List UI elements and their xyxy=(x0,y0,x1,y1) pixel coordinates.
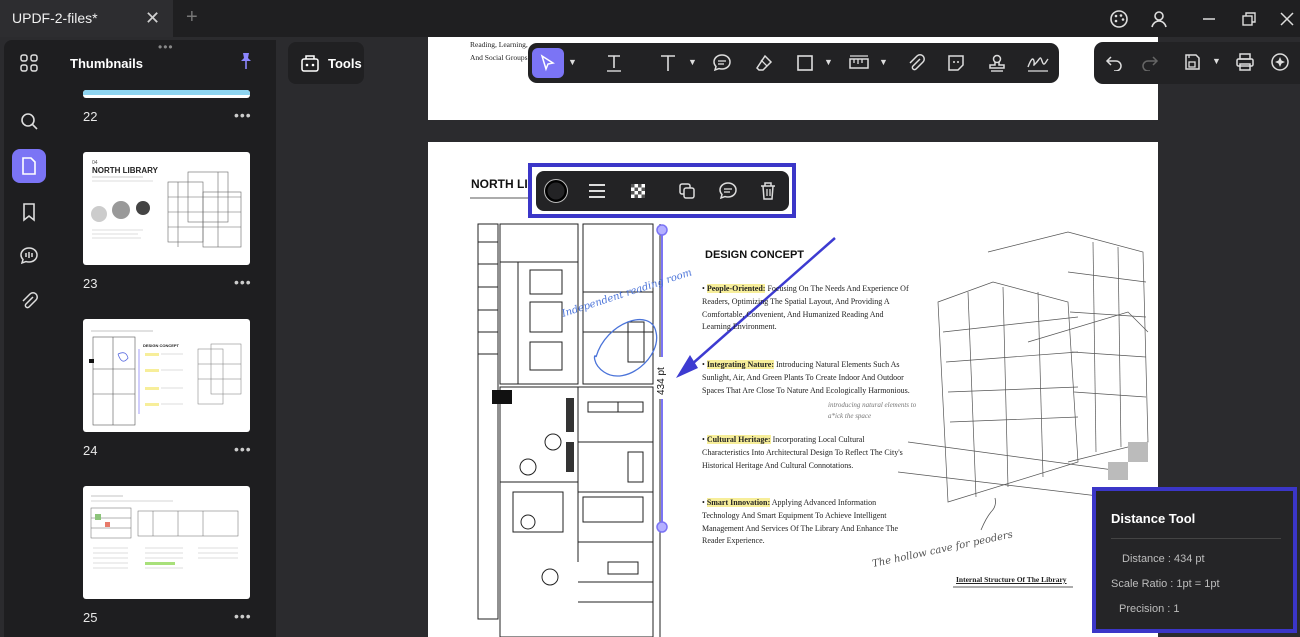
tab-title: UPDF-2-files* xyxy=(12,10,98,26)
restore-icon[interactable] xyxy=(1238,8,1260,30)
page-options-button[interactable]: ••• xyxy=(234,608,252,624)
distance-tool-title: Distance Tool xyxy=(1111,511,1196,526)
page-thumbnails-icon[interactable] xyxy=(12,149,46,183)
pin-icon[interactable] xyxy=(238,52,254,75)
bullet-head: Integrating Nature: xyxy=(706,360,774,369)
bullet-head: Cultural Heritage: xyxy=(706,435,771,444)
line-weight-icon[interactable] xyxy=(581,176,613,206)
undo-icon[interactable] xyxy=(1098,47,1130,77)
signature-icon[interactable] xyxy=(1022,48,1054,78)
bullet-head: People-Oriented: xyxy=(706,284,766,293)
page-number: 25 xyxy=(83,610,98,625)
distance-tool-panel: Distance Tool Distance : 434 pt Scale Ra… xyxy=(1092,487,1297,633)
text-box-icon[interactable] xyxy=(652,48,684,78)
page-number: 24 xyxy=(83,443,98,458)
handwritten-note: introducing natural elements to a*ick th… xyxy=(828,401,917,420)
bookmark-icon[interactable] xyxy=(12,195,46,229)
scale-ratio-value: Scale Ratio : 1pt = 1pt xyxy=(1111,578,1220,590)
left-rail xyxy=(4,40,54,637)
page-options-button[interactable]: ••• xyxy=(234,107,252,123)
divider xyxy=(1111,538,1281,539)
attachment-icon[interactable] xyxy=(12,284,46,318)
precision-value: Precision : 1 xyxy=(1119,603,1180,615)
thumbnail-page-25[interactable] xyxy=(83,486,250,599)
comment-icon[interactable] xyxy=(706,48,738,78)
page-text-line: And Social Groups xyxy=(470,53,528,62)
new-tab-button[interactable]: + xyxy=(186,6,198,29)
attachment-icon[interactable] xyxy=(900,48,932,78)
thumbnail-page-23[interactable]: 04 NORTH LIBRARY xyxy=(83,152,250,265)
account-icon[interactable] xyxy=(1148,8,1170,30)
figure-caption: Internal Structure Of The Library xyxy=(956,575,1067,584)
chevron-down-icon[interactable]: ▼ xyxy=(879,57,888,67)
thumbnail-page-22[interactable] xyxy=(83,90,250,98)
save-icon[interactable] xyxy=(1176,47,1208,77)
print-icon[interactable] xyxy=(1229,47,1261,77)
section-title: DESIGN CONCEPT xyxy=(705,249,805,261)
page-title: NORTH LI xyxy=(471,177,528,191)
handwriting-annotation: Independent reading room xyxy=(560,267,694,320)
stroke-color-icon[interactable] xyxy=(540,176,572,206)
copy-icon[interactable] xyxy=(671,176,703,206)
distance-value: Distance : 434 pt xyxy=(1122,553,1205,565)
panel-resize-grip[interactable]: ••• xyxy=(158,40,174,54)
redo-icon[interactable] xyxy=(1134,47,1166,77)
eraser-icon[interactable] xyxy=(748,48,780,78)
opacity-icon[interactable] xyxy=(622,176,654,206)
document-tab[interactable]: UPDF-2-files* ✕ xyxy=(0,0,173,37)
apps-icon[interactable] xyxy=(12,46,46,80)
minimize-icon[interactable] xyxy=(1198,8,1220,30)
svg-text:NORTH LIBRARY: NORTH LIBRARY xyxy=(92,166,159,175)
rectangle-tool-icon[interactable] xyxy=(789,48,821,78)
bullet-item: • Cultural Heritage: Incorporating Local… xyxy=(702,435,903,470)
chevron-down-icon[interactable]: ▼ xyxy=(824,57,833,67)
palette-icon[interactable] xyxy=(1108,8,1130,30)
svg-text:DESIGN CONCEPT: DESIGN CONCEPT xyxy=(143,343,180,348)
page-options-button[interactable]: ••• xyxy=(234,441,252,457)
measure-tool-icon[interactable] xyxy=(843,48,875,78)
close-window-icon[interactable] xyxy=(1276,8,1298,30)
text-comment-icon[interactable] xyxy=(598,48,630,78)
page-number: 23 xyxy=(83,276,98,291)
tools-button[interactable]: Tools xyxy=(288,42,364,84)
tools-label: Tools xyxy=(328,55,362,71)
page-number: 22 xyxy=(83,109,98,124)
chevron-down-icon[interactable]: ▼ xyxy=(568,57,577,67)
annotation-toolbar: ▼ ▼ ▼ ▼ xyxy=(528,43,1059,83)
thumbnail-panel: ••• Thumbnails 22 ••• 04 NORTH LIBRARY 2… xyxy=(54,40,276,637)
select-tool-icon[interactable] xyxy=(532,48,564,78)
bullet-item: • Smart Innovation: Applying Advanced In… xyxy=(702,498,899,546)
add-note-icon[interactable] xyxy=(712,176,744,206)
chevron-down-icon[interactable]: ▼ xyxy=(688,57,697,67)
stamp-icon[interactable] xyxy=(981,48,1013,78)
chevron-down-icon[interactable]: ▼ xyxy=(1212,56,1221,66)
tools-icon xyxy=(300,53,320,73)
thumbnail-page-24[interactable]: DESIGN CONCEPT xyxy=(83,319,250,432)
bullet-item: • Integrating Nature: Introducing Natura… xyxy=(702,360,910,395)
measure-label: 434 pt xyxy=(656,367,667,395)
sticker-icon[interactable] xyxy=(940,48,972,78)
ai-assistant-icon[interactable] xyxy=(1264,47,1296,77)
title-bar: UPDF-2-files* ✕ + xyxy=(0,0,1300,37)
bullet-head: Smart Innovation: xyxy=(706,498,771,507)
page-options-button[interactable]: ••• xyxy=(234,274,252,290)
bullet-item: • People-Oriented: Focusing On The Needs… xyxy=(702,284,909,332)
comments-icon[interactable] xyxy=(12,239,46,273)
selection-toolbar xyxy=(536,171,789,211)
close-tab-icon[interactable]: ✕ xyxy=(145,8,160,29)
delete-icon[interactable] xyxy=(752,176,784,206)
search-icon[interactable] xyxy=(12,104,46,138)
panel-title: Thumbnails xyxy=(70,56,143,71)
page-text-line: Reading, Learning, xyxy=(470,40,528,49)
file-toolbar: ▼ xyxy=(1094,42,1300,84)
